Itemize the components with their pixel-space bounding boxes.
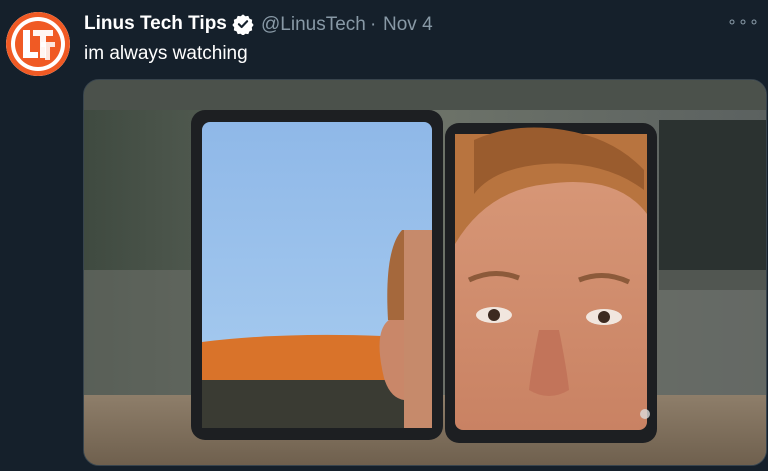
tweet-text: im always watching (84, 43, 248, 64)
avatar[interactable] (6, 12, 70, 76)
ltt-logo-icon (6, 12, 70, 76)
tweet-image[interactable] (83, 79, 767, 466)
more-options-icon[interactable]: ∘∘∘ (727, 12, 760, 32)
separator-dot: · (370, 14, 377, 35)
verified-badge-icon (232, 14, 254, 35)
tweet-date[interactable]: Nov 4 (383, 14, 433, 36)
author-name[interactable]: Linus Tech Tips (84, 13, 227, 35)
tablets-photo (84, 80, 766, 465)
author-handle[interactable]: @LinusTech (261, 14, 366, 36)
